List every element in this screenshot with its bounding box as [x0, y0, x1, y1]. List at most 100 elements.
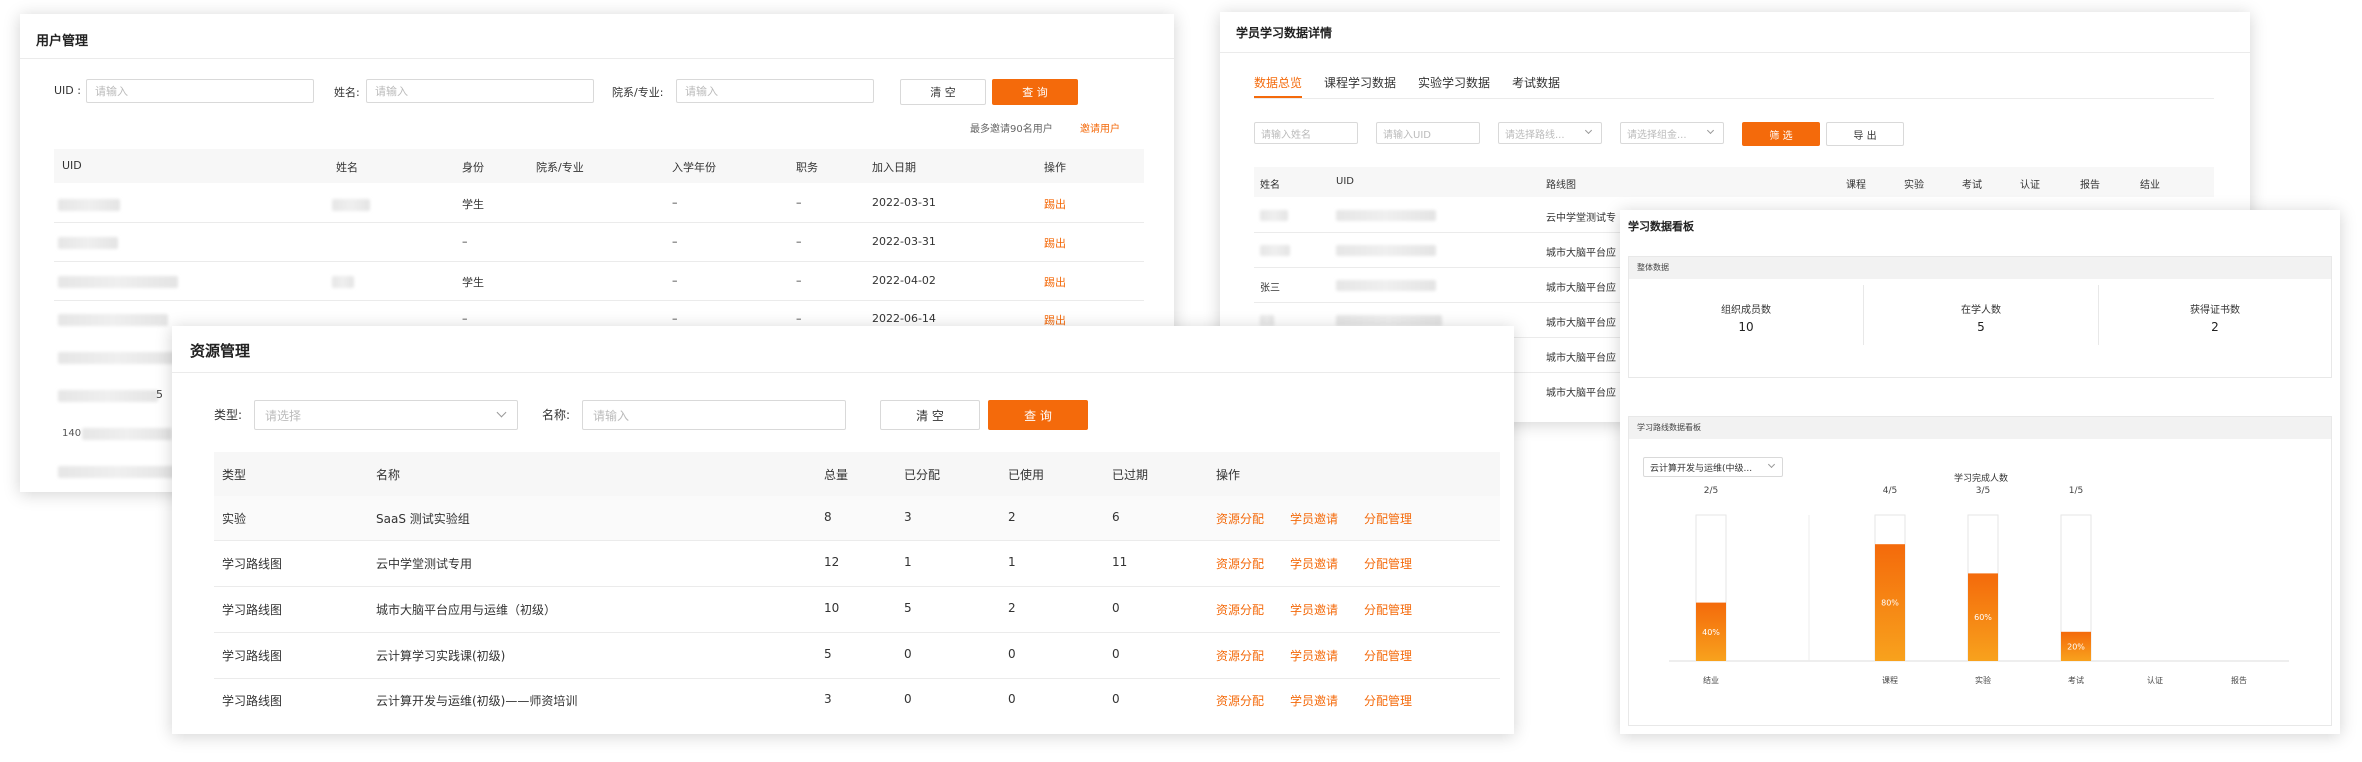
route-board-title: 学习路线数据看板 — [1637, 423, 1701, 432]
panel-title: 用户管理 — [36, 34, 89, 49]
panel-title: 学员学习数据详情 — [1236, 26, 1333, 40]
invite-learner-link[interactable]: 学员邀请 — [1290, 601, 1338, 618]
bar-count-label: 3/5 — [1976, 486, 1990, 496]
redacted-uid — [1336, 280, 1436, 291]
uid-input[interactable]: 请输入 — [86, 79, 314, 103]
invite-learner-link[interactable]: 学员邀请 — [1290, 555, 1338, 572]
dept-input[interactable]: 请输入 — [676, 79, 874, 103]
user-job: – — [796, 312, 802, 325]
allocate-resource-link[interactable]: 资源分配 — [1216, 555, 1264, 572]
name-input[interactable]: 请输入 — [366, 79, 594, 103]
allocation-management-link[interactable]: 分配管理 — [1364, 647, 1412, 664]
stat-value: 10 — [1738, 320, 1754, 334]
allocation-management-link[interactable]: 分配管理 — [1364, 601, 1412, 618]
name-label: 名称: — [542, 408, 571, 422]
bar-percent-label: 40% — [1702, 628, 1720, 637]
bar-count-label: 4/5 — [1883, 486, 1897, 496]
user-date: 2022-03-31 — [872, 235, 936, 248]
kick-out-link[interactable]: 踢出 — [1044, 274, 1066, 290]
stat-card: 组织成员数 10 — [1629, 293, 1863, 353]
col-graduate: 结业 — [2140, 180, 2160, 191]
col-expired: 已过期 — [1112, 468, 1149, 482]
resource-assigned: 0 — [904, 692, 912, 706]
category-tick-label: 实验 — [1975, 675, 1991, 685]
type-label: 类型: — [214, 408, 243, 422]
panel-title: 资源管理 — [190, 342, 251, 360]
query-button[interactable]: 查 询 — [988, 400, 1088, 430]
invite-learner-link[interactable]: 学员邀请 — [1290, 510, 1338, 527]
resource-used: 1 — [1008, 555, 1016, 569]
redacted-uid — [1336, 210, 1436, 221]
col-actions: 操作 — [1216, 468, 1241, 482]
resource-used: 2 — [1008, 601, 1016, 615]
route-select[interactable]: 请选择路线... — [1498, 122, 1602, 144]
filter-button[interactable]: 筛 选 — [1742, 122, 1820, 146]
bar-count-label: 2/5 — [1704, 486, 1718, 496]
col-role: 身份 — [462, 161, 484, 174]
query-button[interactable]: 查 询 — [992, 79, 1078, 105]
col-date: 加入日期 — [872, 161, 916, 174]
col-uid: UID — [62, 159, 82, 172]
resource-type: 学习路线图 — [222, 649, 283, 663]
name-input[interactable]: 请输入 — [582, 400, 846, 430]
resource-name: 云中学堂测试专用 — [376, 557, 473, 571]
stat-card: 获得证书数 2 — [2099, 293, 2331, 353]
name-search-input[interactable]: 请输入姓名 — [1254, 122, 1358, 144]
type-select[interactable]: 请选择 — [254, 400, 518, 430]
stat-value: 5 — [1977, 320, 1985, 334]
col-lab: 实验 — [1904, 180, 1924, 191]
invite-learner-link[interactable]: 学员邀请 — [1290, 647, 1338, 664]
allocation-management-link[interactable]: 分配管理 — [1364, 510, 1412, 527]
user-job: – — [796, 274, 802, 287]
allocate-resource-link[interactable]: 资源分配 — [1216, 647, 1264, 664]
allocation-management-link[interactable]: 分配管理 — [1364, 555, 1412, 572]
clear-button[interactable]: 清 空 — [880, 400, 980, 430]
invite-learner-link[interactable]: 学员邀请 — [1290, 692, 1338, 709]
kick-out-link[interactable]: 踢出 — [1044, 235, 1066, 251]
resource-table-header — [214, 452, 1500, 496]
resource-total: 8 — [824, 510, 832, 524]
resource-assigned: 3 — [904, 510, 912, 524]
user-date: 2022-04-02 — [872, 274, 936, 287]
chart-title: 学习完成人数 — [1954, 472, 2008, 484]
allocate-resource-link[interactable]: 资源分配 — [1216, 510, 1264, 527]
route-board-header — [1629, 417, 2331, 439]
redacted-uid — [58, 390, 158, 402]
stat-label: 组织成员数 — [1721, 305, 1771, 316]
overall-section: 整体数据 组织成员数 10 在学人数 5 获得证书数 2 — [1628, 256, 2332, 378]
export-button[interactable]: 导 出 — [1826, 122, 1904, 146]
user-job: – — [796, 196, 802, 209]
tab-exam-data[interactable]: 考试数据 — [1512, 74, 1560, 91]
tab-lab-data[interactable]: 实验学习数据 — [1418, 74, 1490, 91]
resource-type: 实验 — [222, 512, 247, 526]
redacted-name — [1260, 315, 1274, 326]
col-assigned: 已分配 — [904, 468, 941, 482]
allocate-resource-link[interactable]: 资源分配 — [1216, 601, 1264, 618]
tab-course-data[interactable]: 课程学习数据 — [1324, 74, 1396, 91]
learner-route: 城市大脑平台应 — [1546, 388, 1616, 399]
learner-route: 城市大脑平台应 — [1546, 353, 1616, 364]
partial-cell-text: 5 — [156, 388, 163, 401]
bar-count-label: 1/5 — [2069, 486, 2083, 496]
invite-users-link[interactable]: 邀请用户 — [1080, 120, 1120, 135]
category-tick-label: 认证 — [2147, 675, 2163, 685]
clear-button[interactable]: 清 空 — [900, 79, 986, 105]
tab-overview[interactable]: 数据总览 — [1254, 74, 1302, 91]
kick-out-link[interactable]: 踢出 — [1044, 196, 1066, 212]
group-select[interactable]: 请选择组金... — [1620, 122, 1724, 144]
col-route: 路线图 — [1546, 180, 1576, 191]
allocation-management-link[interactable]: 分配管理 — [1364, 692, 1412, 709]
learner-route: 云中学堂测试专 — [1546, 213, 1616, 224]
user-role: 学生 — [462, 276, 484, 289]
redacted-uid — [58, 237, 118, 249]
uid-search-input[interactable]: 请输入UID — [1376, 122, 1480, 144]
stat-label: 在学人数 — [1961, 305, 2001, 316]
learner-route: 城市大脑平台应 — [1546, 283, 1616, 294]
col-dept: 院系/专业 — [536, 161, 584, 174]
col-job: 职务 — [796, 161, 818, 174]
category-tick-label: 报告 — [2231, 675, 2247, 685]
redacted-uid — [58, 314, 168, 326]
col-uid: UID — [1336, 176, 1354, 187]
allocate-resource-link[interactable]: 资源分配 — [1216, 692, 1264, 709]
category-tick-label: 课程 — [1882, 676, 1898, 685]
